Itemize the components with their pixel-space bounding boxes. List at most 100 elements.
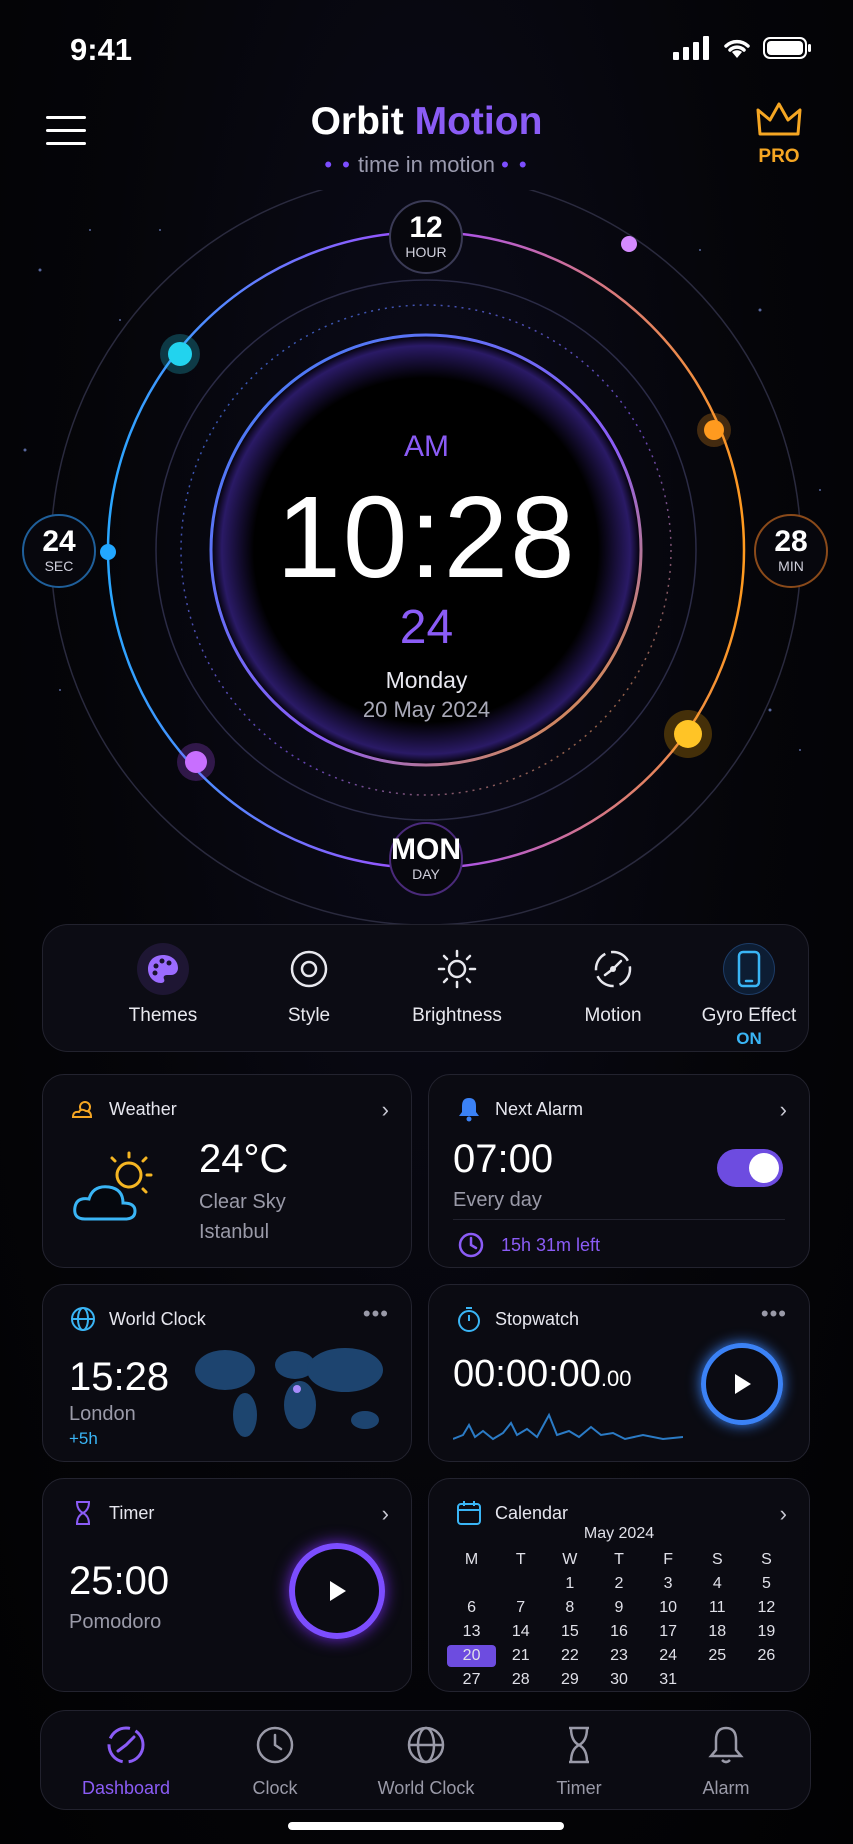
wifi-icon: [724, 39, 750, 58]
bottom-nav: Dashboard Clock World Clock Timer Alarm: [40, 1710, 811, 1810]
timer-time: 25:00: [69, 1559, 170, 1603]
calendar-day[interactable]: 27: [447, 1669, 496, 1691]
calendar-day[interactable]: 31: [644, 1669, 693, 1691]
calendar-day[interactable]: 7: [496, 1597, 545, 1619]
motion-button[interactable]: Motion: [553, 943, 673, 1027]
weather-title: Weather: [109, 1099, 177, 1119]
calendar-day[interactable]: 5: [742, 1573, 791, 1595]
calendar-day[interactable]: 25: [693, 1645, 742, 1667]
alarm-toggle[interactable]: [717, 1149, 783, 1187]
stopwatch-card[interactable]: Stopwatch ••• 00:00:00.00: [428, 1284, 810, 1462]
calendar-day[interactable]: 13: [447, 1621, 496, 1643]
phone-icon: [737, 950, 761, 988]
more-icon[interactable]: •••: [363, 1301, 389, 1327]
style-button[interactable]: Style: [249, 943, 369, 1027]
timer-play-button[interactable]: [289, 1543, 385, 1639]
calendar-day[interactable]: 17: [644, 1621, 693, 1643]
calendar-day[interactable]: 20: [447, 1645, 497, 1667]
calendar-weekday: W: [562, 1551, 578, 1568]
calendar-day[interactable]: 26: [742, 1645, 791, 1667]
nav-clock[interactable]: Clock: [205, 1723, 345, 1799]
nav-dashboard[interactable]: Dashboard: [56, 1723, 196, 1799]
status-time: 9:41: [70, 32, 133, 67]
calendar-weekday: T: [515, 1551, 526, 1568]
nav-timer[interactable]: Timer: [509, 1723, 649, 1799]
calendar-day[interactable]: 15: [545, 1621, 594, 1643]
calendar-day[interactable]: 12: [742, 1597, 791, 1619]
pro-button[interactable]: PRO: [749, 102, 809, 168]
calendar-day[interactable]: 19: [742, 1621, 791, 1643]
calendar-day[interactable]: 28: [496, 1669, 545, 1691]
chevron-right-icon[interactable]: ›: [780, 1501, 787, 1527]
dashboard-icon: [107, 1726, 145, 1764]
calendar-weekday: M: [464, 1551, 479, 1568]
calendar-day[interactable]: 4: [693, 1573, 742, 1595]
clock-icon: [256, 1726, 294, 1764]
chevron-right-icon[interactable]: ›: [382, 1501, 389, 1527]
calendar-weekday: S: [711, 1551, 723, 1568]
crown-icon: [756, 102, 802, 136]
alarm-title: Next Alarm: [495, 1099, 584, 1119]
chevron-right-icon[interactable]: ›: [382, 1097, 389, 1123]
calendar-grid: M T W T F S S 1 2 3 4 5 6 7 8 9 10 11 12 13 14 15 16 17 18 19 20 21…: [447, 1549, 791, 1691]
weather-card[interactable]: Weather › 24°C Clear Sky Istanbul: [42, 1074, 412, 1268]
calendar-day[interactable]: 30: [594, 1669, 643, 1691]
play-icon: [735, 1374, 751, 1394]
partly-cloudy-icon: [71, 1101, 93, 1118]
calendar-month: May 2024: [583, 1525, 655, 1542]
hourglass-icon: [569, 1726, 589, 1764]
calendar-day[interactable]: 16: [594, 1621, 643, 1643]
more-icon[interactable]: •••: [761, 1301, 787, 1327]
seconds-display: 24: [399, 601, 454, 654]
day-badge[interactable]: MON DAY: [389, 822, 463, 896]
calendar-title: Calendar: [495, 1503, 569, 1523]
calendar-day[interactable]: 23: [594, 1645, 643, 1667]
calendar-day[interactable]: 9: [594, 1597, 643, 1619]
calendar-day[interactable]: 10: [644, 1597, 693, 1619]
calendar-day[interactable]: 29: [545, 1669, 594, 1691]
stopwatch-play-button[interactable]: [701, 1343, 783, 1425]
themes-button[interactable]: Themes: [103, 943, 223, 1027]
sec-badge[interactable]: 24 SEC: [22, 514, 96, 588]
battery-icon: [763, 37, 811, 59]
calendar-card[interactable]: Calendar › May 2024 M T W T F S S 1 2 3 4 5 6 7 8 9 10 11…: [428, 1478, 810, 1692]
stopwatch-time: 00:00:00.00: [453, 1353, 632, 1395]
full-date: 20 May 2024: [362, 697, 491, 722]
nav-world-clock[interactable]: World Clock: [356, 1723, 496, 1799]
calendar-day[interactable]: 18: [693, 1621, 742, 1643]
min-badge[interactable]: 28 MIN: [754, 514, 828, 588]
calendar-day[interactable]: 1: [545, 1573, 594, 1595]
calendar-day[interactable]: 3: [644, 1573, 693, 1595]
calendar-day[interactable]: 24: [644, 1645, 693, 1667]
calendar-day[interactable]: 6: [447, 1597, 496, 1619]
signal-icon: [673, 36, 709, 60]
calendar-day[interactable]: 8: [545, 1597, 594, 1619]
calendar-day[interactable]: 14: [496, 1621, 545, 1643]
app-screen: 9:41 Orbit Motion • • time in motion • •: [0, 0, 853, 1844]
calendar-weekday: T: [614, 1551, 624, 1568]
app-subtitle: • • time in motion • •: [324, 152, 529, 177]
brightness-button[interactable]: Brightness: [397, 943, 517, 1027]
waveform-icon: [453, 1412, 683, 1441]
ampm-label: AM: [404, 430, 449, 463]
world-clock-card[interactable]: World Clock ••• 15:28 London +5h: [42, 1284, 412, 1462]
nav-alarm[interactable]: Alarm: [656, 1723, 796, 1799]
timer-card[interactable]: Timer › 25:00 Pomodoro: [42, 1478, 412, 1692]
world-map-icon: [195, 1348, 383, 1437]
calendar-weekday: S: [761, 1551, 772, 1568]
calendar-icon: [457, 1501, 481, 1525]
alarm-card[interactable]: Next Alarm › 07:00 Every day 15h 31m lef…: [428, 1074, 810, 1268]
gyro-effect-button[interactable]: Gyro Effect ON: [689, 943, 809, 1049]
hour-badge[interactable]: 12 HOUR: [389, 200, 463, 274]
calendar-day[interactable]: 2: [594, 1573, 643, 1595]
timer-mode: Pomodoro: [69, 1611, 162, 1633]
home-indicator[interactable]: [288, 1822, 564, 1830]
weather-temp: 24°C: [199, 1137, 289, 1181]
world-clock-title: World Clock: [109, 1309, 206, 1329]
divider: [453, 1219, 785, 1220]
calendar-day[interactable]: 11: [693, 1597, 742, 1619]
calendar-day[interactable]: 21: [496, 1645, 545, 1667]
chevron-right-icon[interactable]: ›: [780, 1097, 787, 1123]
calendar-day[interactable]: 22: [545, 1645, 594, 1667]
stopwatch-title: Stopwatch: [495, 1309, 580, 1329]
